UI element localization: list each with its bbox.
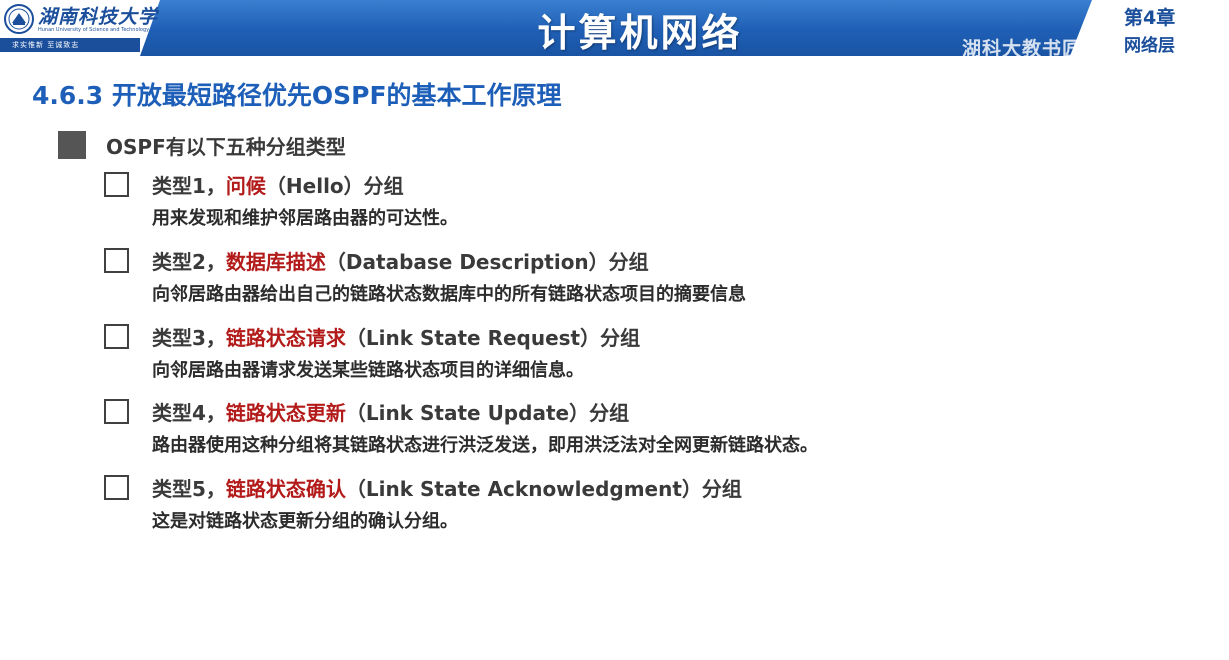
packet-type-heading: 类型2，数据库描述（Database Description）分组 — [152, 246, 649, 275]
packet-type-prefix: 类型1， — [152, 174, 226, 198]
packet-type-name: 问候 — [225, 174, 266, 198]
packet-type-item: 类型1，问候（Hello）分组 用来发现和维护邻居路由器的可达性。 — [104, 170, 1104, 240]
checkbox-bullet-icon — [104, 475, 129, 500]
chapter-number: 第4章 — [1124, 7, 1176, 29]
university-motto: 求实惟新 至诚致志 — [12, 41, 80, 49]
checkbox-bullet-icon — [104, 324, 129, 349]
packet-type-item: 类型4，链路状态更新（Link State Update）分组 路由器使用这种分… — [104, 397, 1104, 467]
packet-type-heading: 类型3，链路状态请求（Link State Request）分组 — [152, 322, 640, 351]
packet-type-prefix: 类型2， — [152, 250, 226, 274]
chapter-name: 网络层 — [1124, 36, 1175, 56]
packet-type-prefix: 类型4， — [152, 401, 226, 425]
section-title: 4.6.3 开放最短路径优先OSPF的基本工作原理 — [32, 81, 562, 110]
checkbox-bullet-icon — [104, 172, 129, 197]
packet-type-prefix: 类型3， — [152, 326, 226, 350]
checkbox-bullet-icon — [104, 399, 129, 424]
packet-type-item: 类型3，链路状态请求（Link State Request）分组 向邻居路由器请… — [104, 322, 1104, 392]
packet-type-item: 类型2，数据库描述（Database Description）分组 向邻居路由器… — [104, 246, 1104, 316]
packet-type-name: 数据库描述 — [225, 250, 326, 274]
university-name: 湖南科技大学 — [38, 6, 159, 28]
packet-type-heading: 类型5，链路状态确认（Link State Acknowledgment）分组 — [152, 473, 742, 502]
packet-type-name: 链路状态请求 — [225, 326, 346, 350]
checkbox-bullet-icon — [104, 248, 129, 273]
packet-type-suffix: （Link State Request）分组 — [345, 326, 641, 350]
university-name-english: Hunan University of Science and Technolo… — [38, 27, 150, 33]
packet-type-suffix: （Database Description）分组 — [325, 250, 649, 274]
packet-type-description: 路由器使用这种分组将其链路状态进行洪泛发送，即用洪泛法对全网更新链路状态。 — [152, 435, 818, 456]
packet-type-heading: 类型1，问候（Hello）分组 — [152, 170, 404, 199]
university-seal-icon — [4, 4, 34, 34]
packet-type-description: 向邻居路由器请求发送某些链路状态项目的详细信息。 — [152, 360, 584, 381]
packet-type-description: 用来发现和维护邻居路由器的可达性。 — [152, 208, 458, 229]
packet-type-name: 链路状态确认 — [225, 477, 346, 501]
packet-type-item: 类型5，链路状态确认（Link State Acknowledgment）分组 … — [104, 473, 1104, 543]
packet-type-name: 链路状态更新 — [225, 401, 346, 425]
packet-type-suffix: （Link State Acknowledgment）分组 — [345, 477, 742, 501]
packet-type-prefix: 类型5， — [152, 477, 226, 501]
packet-type-description: 这是对链路状态更新分组的确认分组。 — [152, 511, 458, 532]
packet-type-suffix: （Link State Update）分组 — [345, 401, 630, 425]
square-bullet-icon — [58, 131, 86, 159]
packet-type-heading: 类型4，链路状态更新（Link State Update）分组 — [152, 397, 629, 426]
intro-text: OSPF有以下五种分组类型 — [106, 135, 346, 159]
packet-type-description: 向邻居路由器给出自己的链路状态数据库中的所有链路状态项目的摘要信息 — [152, 284, 746, 305]
watermark: 湖科大教书匠 — [962, 38, 1083, 60]
course-title: 计算机网络 — [537, 11, 743, 55]
packet-type-suffix: （Hello）分组 — [265, 174, 404, 198]
